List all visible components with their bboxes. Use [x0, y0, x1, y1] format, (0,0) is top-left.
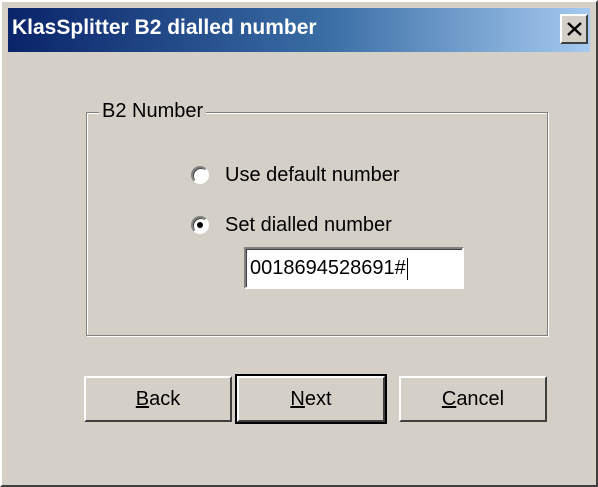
next-button-mnemonic: N: [290, 387, 305, 410]
use-default-number-radio[interactable]: [191, 166, 209, 184]
window-title: KlasSplitter B2 dialled number: [12, 16, 317, 39]
next-button-label: ext: [304, 387, 332, 410]
groupbox-label: B2 Number: [99, 100, 207, 123]
set-dialled-number-radio[interactable]: [191, 216, 209, 234]
back-button-mnemonic: B: [135, 387, 150, 410]
use-default-number-option[interactable]: Use default number: [191, 161, 400, 189]
set-dialled-number-option[interactable]: Set dialled number: [191, 211, 392, 239]
dialled-number-value: 0018694528691#: [250, 257, 406, 279]
dialog-window: KlasSplitter B2 dialled number B2 Number…: [0, 0, 598, 487]
cancel-button[interactable]: Cancel: [399, 376, 547, 422]
text-caret: [406, 257, 408, 280]
title-bar[interactable]: KlasSplitter B2 dialled number: [8, 8, 590, 52]
set-dialled-number-label: Set dialled number: [225, 213, 392, 236]
dialled-number-input[interactable]: 0018694528691#: [244, 247, 464, 289]
use-default-number-label: Use default number: [225, 163, 400, 186]
next-button[interactable]: Next: [235, 374, 387, 424]
back-button-label: ack: [149, 387, 181, 410]
back-button[interactable]: Back: [84, 376, 232, 422]
cancel-button-mnemonic: C: [441, 387, 457, 410]
close-button[interactable]: [560, 14, 588, 44]
b2-number-groupbox: B2 Number Use default number Set dialled…: [86, 100, 548, 336]
cancel-button-label: ancel: [456, 387, 505, 410]
close-icon: [567, 22, 582, 36]
